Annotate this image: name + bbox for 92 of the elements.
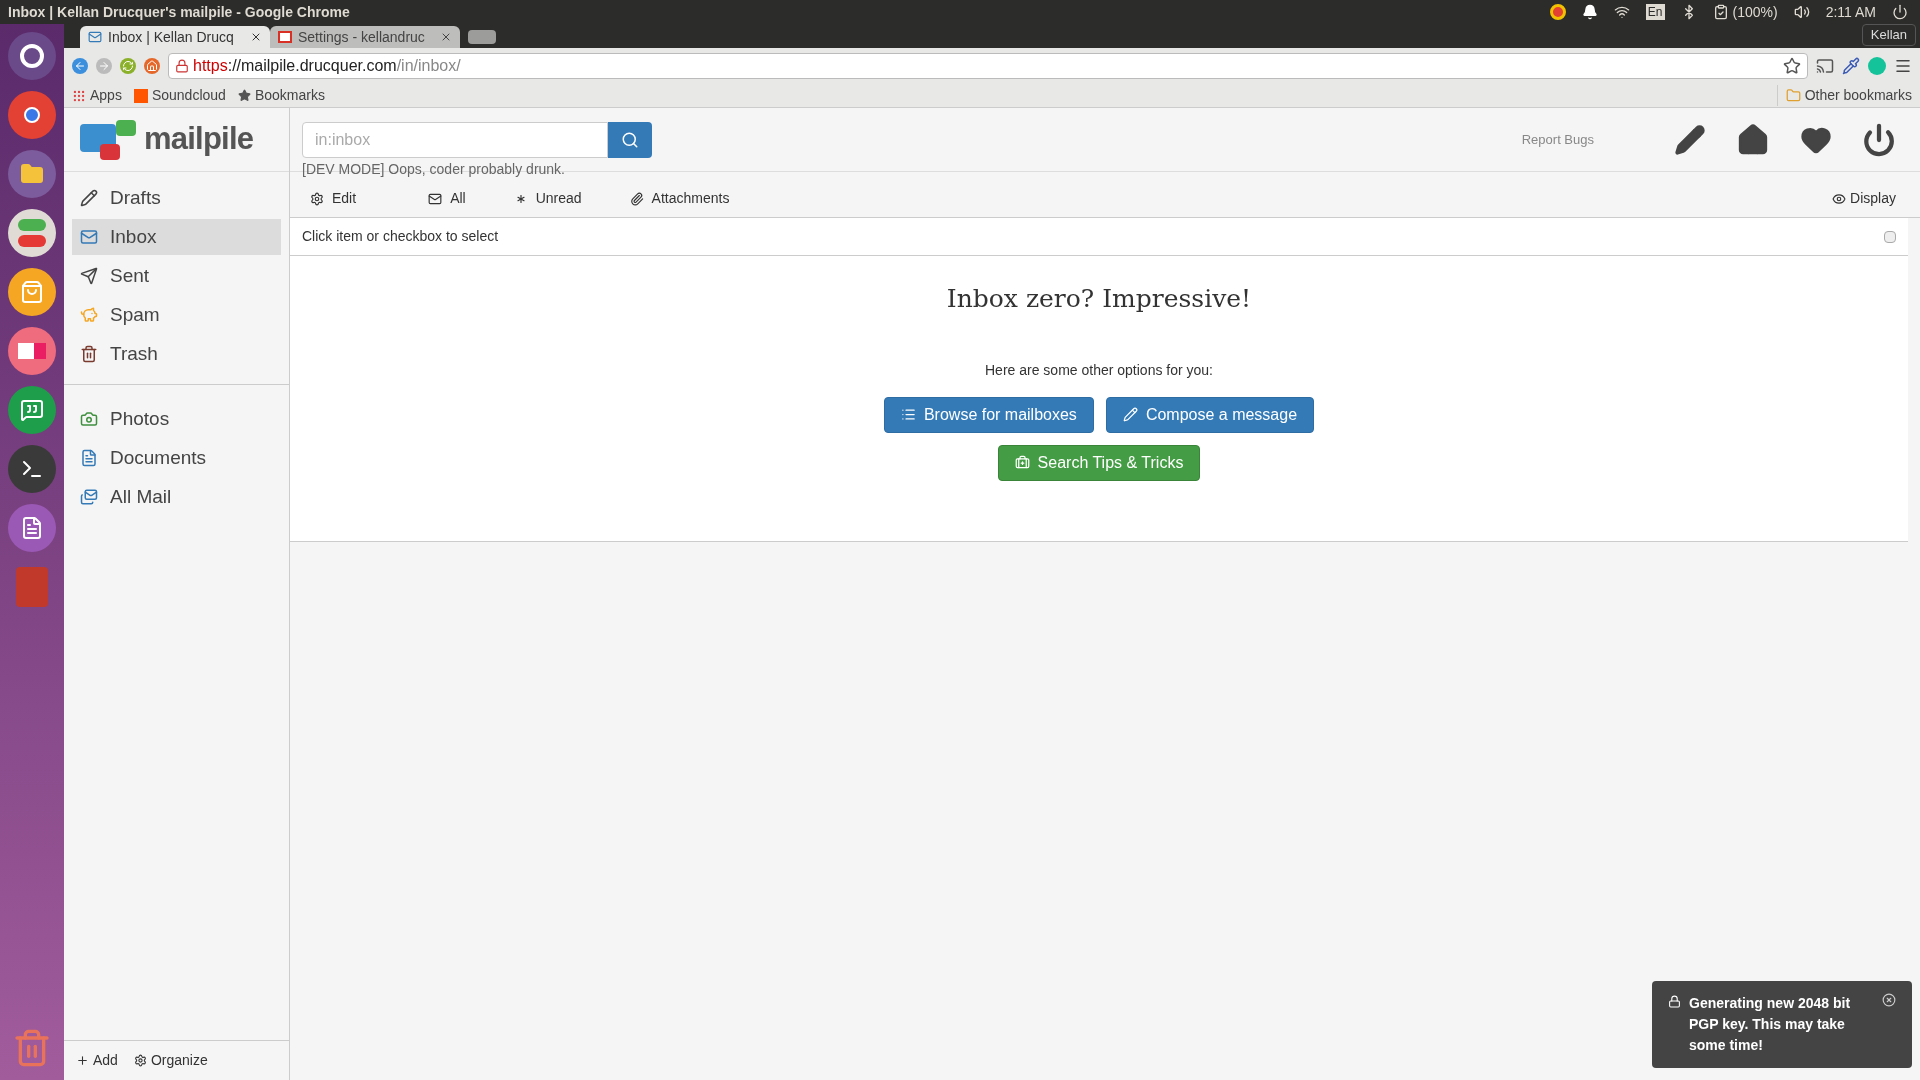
ubuntu-logo-icon[interactable] <box>8 32 56 80</box>
sidebar-item[interactable]: All Mail <box>72 479 281 515</box>
dev-notice: [DEV MODE] Oops, coder probably drunk. <box>302 160 565 179</box>
toolbar-button[interactable]: Unread <box>513 188 582 209</box>
terminal-icon[interactable] <box>8 445 56 493</box>
pencil-icon <box>80 189 98 207</box>
user-profile-button[interactable]: Kellan <box>1861 24 1916 46</box>
close-icon[interactable] <box>250 31 262 43</box>
star-icon <box>237 89 251 102</box>
eye-icon <box>1832 191 1847 206</box>
sidebar-item[interactable]: Trash <box>72 336 281 372</box>
toolbar-button[interactable]: All <box>428 188 466 209</box>
back-icon[interactable] <box>72 58 88 74</box>
envelope-icon <box>428 191 443 206</box>
power-icon[interactable] <box>1862 122 1896 157</box>
bookmark[interactable]: Bookmarks <box>237 85 325 106</box>
star-icon[interactable] <box>1783 57 1801 75</box>
eyedropper-icon[interactable] <box>1842 57 1860 75</box>
sidebar-item[interactable]: Photos <box>72 401 281 437</box>
display-button[interactable]: Display <box>1832 188 1896 209</box>
battery-icon[interactable] <box>1712 4 1729 20</box>
trash-icon <box>80 345 98 363</box>
select-all-checkbox[interactable] <box>1884 230 1896 243</box>
battery-percentage: (100%) <box>1732 2 1778 22</box>
footer-link[interactable]: Organize <box>133 1050 208 1071</box>
power-icon[interactable] <box>1892 4 1908 20</box>
envelope-icon <box>88 30 102 44</box>
empty-subtitle: Here are some other options for you: <box>985 360 1213 380</box>
shopping-bag-icon[interactable] <box>8 268 56 316</box>
gear-icon <box>310 191 324 206</box>
sidebar-item[interactable]: Spam <box>72 297 281 333</box>
url-text: https://mailpile.drucquer.com/in/inbox/ <box>193 56 461 76</box>
keyboard-indicator[interactable]: En <box>1645 4 1665 20</box>
folder-icon[interactable] <box>8 150 56 198</box>
plus-icon <box>76 1054 89 1067</box>
sidebar-item[interactable]: Documents <box>72 440 281 476</box>
search-field[interactable]: in:inbox <box>302 121 608 158</box>
paper-plane-icon <box>80 267 98 285</box>
bookmark[interactable]: Apps <box>72 85 122 106</box>
wifi-icon[interactable] <box>1613 4 1630 20</box>
toolbar-button[interactable]: Edit <box>310 188 357 209</box>
tab-title: Settings - kellandruc <box>298 27 426 47</box>
sidebar-item[interactable]: Inbox <box>72 219 281 255</box>
gmail-icon <box>278 31 292 43</box>
browser-tab[interactable]: Settings - kellandruc <box>270 26 460 48</box>
sidebar-item[interactable]: Drafts <box>72 180 281 216</box>
insecure-lock-icon <box>175 59 189 73</box>
quote-bubble-icon[interactable] <box>8 386 56 434</box>
menu-icon[interactable] <box>1894 57 1912 75</box>
toolbar-button[interactable]: Attachments <box>629 188 730 209</box>
home-icon[interactable] <box>1736 122 1770 157</box>
action-button[interactable]: Compose a message <box>1105 396 1315 433</box>
selection-hint: Click item or checkbox to select <box>302 227 499 246</box>
logo-icon <box>80 119 136 160</box>
footer-link[interactable]: Add <box>76 1050 118 1071</box>
bookmark[interactable]: Soundcloud <box>133 85 226 106</box>
pencil-icon[interactable] <box>1674 123 1706 156</box>
close-icon[interactable] <box>440 31 452 43</box>
browser-tab[interactable]: Inbox | Kellan Drucq <box>80 26 270 48</box>
pencil-icon <box>1122 407 1138 422</box>
piggy-bank-icon <box>80 306 98 324</box>
logo-text[interactable]: mailpile <box>144 116 254 163</box>
lock-icon <box>1668 995 1681 1008</box>
toast-message: Generating new 2048 bit PGP key. This may take some time! <box>1689 994 1852 1055</box>
action-button[interactable]: Browse for mailboxes <box>883 396 1094 433</box>
cast-icon[interactable] <box>1816 57 1834 75</box>
folder-icon <box>1785 88 1801 103</box>
list-icon <box>900 407 916 422</box>
search-icon <box>621 130 639 149</box>
toggle-icon[interactable] <box>8 209 56 257</box>
paperclip-icon <box>629 191 644 206</box>
search-button[interactable] <box>608 121 652 158</box>
window-title: Inbox | Kellan Drucquer's mailpile - Google Chrome <box>8 2 350 22</box>
grid-icon <box>72 88 86 103</box>
envelope-icon <box>80 228 98 246</box>
text-document-icon[interactable] <box>8 504 56 552</box>
close-icon[interactable] <box>1882 993 1896 1007</box>
bell-icon[interactable] <box>1581 4 1598 20</box>
address-bar[interactable]: https://mailpile.drucquer.com/in/inbox/ <box>168 53 1808 79</box>
volume-icon[interactable] <box>1793 4 1810 20</box>
medical-kit-icon <box>1014 455 1030 470</box>
camera-icon <box>80 410 98 428</box>
other-bookmarks[interactable]: Other bookmarks <box>1776 85 1912 106</box>
tab-title: Inbox | Kellan Drucq <box>108 27 235 47</box>
document-icon <box>80 449 98 467</box>
new-tab-button[interactable] <box>468 30 496 44</box>
card-icon[interactable] <box>8 327 56 375</box>
envelopes-icon <box>80 488 98 506</box>
sidebar-item[interactable]: Sent <box>72 258 281 294</box>
empty-heading: Inbox zero? Impressive! <box>946 283 1252 315</box>
gear-icon <box>133 1054 147 1067</box>
clock[interactable]: 2:11 AM <box>1825 1 1876 23</box>
